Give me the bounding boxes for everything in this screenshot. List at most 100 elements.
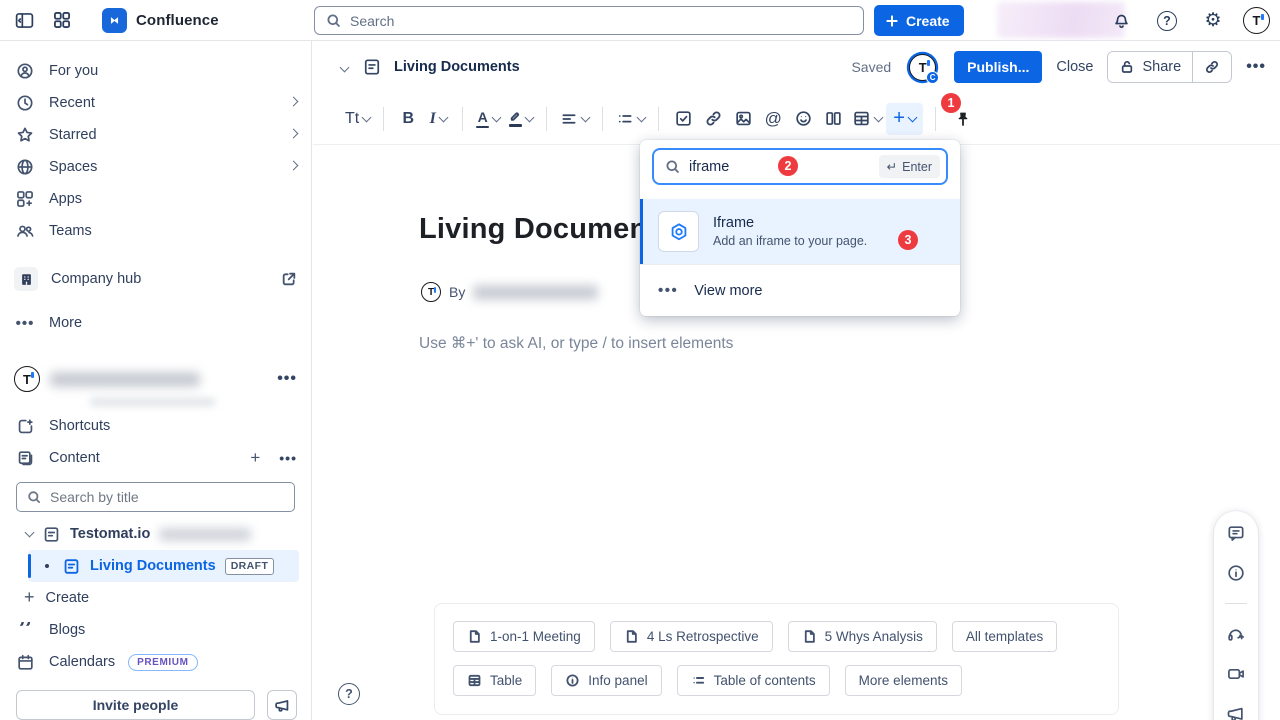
editor-help-button[interactable]: ? — [338, 683, 360, 705]
sidebar-item-shortcuts[interactable]: Shortcuts — [0, 410, 311, 442]
iframe-icon — [658, 211, 699, 252]
editor-toolbar: Tt B I A — [313, 93, 1280, 145]
emoji-button[interactable] — [788, 103, 818, 135]
insert-image-button[interactable] — [728, 103, 758, 135]
share-button-group: Share — [1107, 51, 1232, 83]
tree-create-button[interactable]: + Create — [0, 582, 311, 614]
share-button[interactable]: Share — [1108, 52, 1192, 82]
view-more-button[interactable]: ••• View more — [640, 264, 960, 316]
space-header-row[interactable]: T ••• — [0, 362, 311, 396]
collaborator-badge: C — [926, 71, 939, 84]
bold-button[interactable]: B — [393, 103, 423, 135]
create-button[interactable]: Create — [874, 5, 964, 36]
draft-badge: DRAFT — [225, 558, 275, 575]
sidebar-item-more[interactable]: ••• More — [0, 307, 311, 339]
saved-status: Saved — [851, 59, 891, 75]
app-switcher-icon[interactable] — [46, 4, 78, 36]
content-search-input[interactable] — [50, 489, 285, 505]
top-navigation-bar: Confluence Create ? ⚙ T — [0, 0, 1280, 41]
sidebar-item-spaces[interactable]: Spaces — [0, 151, 311, 183]
text-styles-button[interactable]: Tt — [341, 103, 374, 135]
collapse-sidebar-icon[interactable] — [8, 4, 40, 36]
template-5-whys-analysis[interactable]: 5 Whys Analysis — [788, 621, 937, 652]
more-options-icon[interactable]: ••• — [1246, 58, 1266, 76]
global-search[interactable] — [314, 6, 864, 35]
space-more-icon[interactable]: ••• — [277, 370, 297, 388]
insert-link-button[interactable] — [698, 103, 728, 135]
table-icon — [467, 673, 482, 688]
template-1on1-meeting[interactable]: 1-on-1 Meeting — [453, 621, 595, 652]
plus-icon — [884, 13, 900, 29]
tree-item-living-documents[interactable]: Living Documents DRAFT — [28, 550, 299, 582]
star-icon — [14, 125, 36, 145]
add-content-icon[interactable]: + — [250, 449, 260, 466]
sidebar-item-teams[interactable]: Teams — [0, 215, 311, 247]
highlight-color-button[interactable] — [504, 103, 537, 135]
sidebar-item-blogs[interactable]: ” Blogs — [0, 614, 311, 646]
insert-search-field[interactable]: ↵Enter — [652, 148, 948, 185]
building-icon — [14, 267, 38, 291]
byline: T By — [421, 282, 598, 302]
video-camera-icon[interactable] — [1226, 664, 1246, 684]
invite-people-button[interactable]: Invite people — [16, 690, 255, 720]
doc-icon — [802, 629, 817, 644]
search-icon — [325, 12, 342, 29]
insert-element-button[interactable]: + — [886, 103, 923, 135]
content-search[interactable] — [16, 482, 295, 512]
sidebar-item-company-hub[interactable]: Company hub — [0, 263, 311, 295]
task-list-button[interactable] — [668, 103, 698, 135]
alignment-button[interactable] — [556, 103, 593, 135]
template-4ls-retrospective[interactable]: 4 Ls Retrospective — [610, 621, 773, 652]
unlock-icon — [1119, 59, 1135, 75]
copy-link-button[interactable] — [1193, 52, 1231, 82]
layouts-button[interactable] — [818, 103, 848, 135]
feedback-megaphone-icon[interactable] — [1226, 704, 1246, 720]
checkbox-icon — [674, 109, 693, 128]
ellipsis-icon: ••• — [658, 282, 678, 299]
chevron-down-icon — [362, 112, 372, 122]
text-color-button[interactable]: A — [472, 103, 504, 135]
bullet-list-icon — [616, 110, 634, 128]
content-more-icon[interactable]: ••• — [279, 450, 297, 466]
help-icon[interactable]: ? — [1151, 5, 1183, 37]
page-header: Living Documents Saved T C Publish... Cl… — [313, 41, 1280, 93]
profile-avatar[interactable]: T — [1243, 7, 1270, 34]
confluence-home-link[interactable]: Confluence — [102, 8, 219, 33]
collaborator-avatar[interactable]: T C — [909, 54, 936, 81]
publish-button[interactable]: Publish... — [954, 51, 1042, 83]
document-title[interactable]: Living Documents — [419, 213, 674, 246]
insert-toc-button[interactable]: Table of contents — [677, 665, 830, 696]
announcement-megaphone-icon[interactable] — [267, 690, 297, 720]
global-search-input[interactable] — [350, 13, 853, 29]
tree-item-space[interactable]: Testomat.io — [0, 518, 311, 550]
columns-icon — [824, 109, 843, 128]
breadcrumb-chevron-icon[interactable] — [340, 62, 350, 72]
sidebar-item-recent[interactable]: Recent — [0, 87, 311, 119]
lists-button[interactable] — [612, 103, 649, 135]
breadcrumb-page-title[interactable]: Living Documents — [394, 59, 520, 75]
italic-button[interactable]: I — [423, 103, 453, 135]
mention-button[interactable]: @ — [758, 103, 788, 135]
image-icon — [734, 109, 753, 128]
redacted-space-subtitle — [90, 398, 215, 406]
settings-gear-icon[interactable]: ⚙ — [1197, 5, 1229, 37]
annotation-step-2: 2 — [778, 156, 798, 176]
all-templates-button[interactable]: All templates — [952, 621, 1057, 652]
list-icon — [691, 673, 706, 688]
sidebar-item-starred[interactable]: Starred — [0, 119, 311, 151]
sidebar-item-content[interactable]: Content + ••• — [0, 442, 311, 474]
table-button[interactable] — [848, 103, 886, 135]
close-button[interactable]: Close — [1056, 59, 1093, 75]
notifications-bell-icon[interactable] — [1105, 5, 1137, 37]
support-headset-icon[interactable] — [1226, 624, 1246, 644]
sidebar-item-calendars[interactable]: Calendars PREMIUM — [0, 646, 311, 678]
details-info-icon[interactable] — [1226, 563, 1246, 583]
more-elements-button[interactable]: More elements — [845, 665, 962, 696]
chevron-down-icon — [907, 112, 917, 122]
comments-icon[interactable] — [1226, 523, 1246, 543]
bullet-icon — [45, 564, 49, 568]
insert-info-panel-button[interactable]: Info panel — [551, 665, 661, 696]
sidebar-item-apps[interactable]: Apps — [0, 183, 311, 215]
sidebar-item-for-you[interactable]: For you — [0, 55, 311, 87]
insert-table-button[interactable]: Table — [453, 665, 536, 696]
